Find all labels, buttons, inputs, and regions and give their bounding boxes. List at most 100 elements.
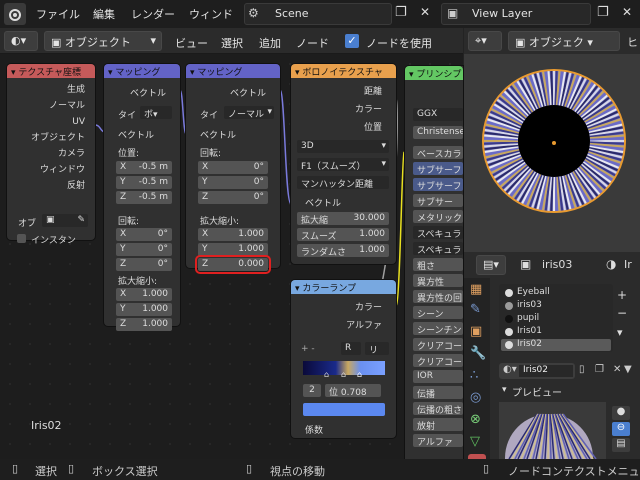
ramp-stop-index[interactable]: 2 <box>303 384 321 397</box>
preview-cube-button[interactable]: ▤ <box>612 438 630 452</box>
view-layer-close-icon[interactable]: ✕ <box>622 5 632 19</box>
menu-file[interactable]: ファイル <box>36 6 80 22</box>
menu-render[interactable]: レンダー <box>131 6 175 22</box>
tool-tab-icon[interactable]: ✎ <box>470 302 481 317</box>
material-slot-row[interactable]: Iris01 <box>501 326 611 338</box>
scale-y[interactable]: Y 1.000 <box>116 303 172 316</box>
menu-node[interactable]: ノード <box>296 35 329 51</box>
node-editor[interactable]: ▾ テクスチャ座標 生成 ノーマル UV オブジェクト カメラ ウィンドウ 反射… <box>0 54 463 459</box>
node-principled-bsdf[interactable]: ▾ プリンシプ GGX Christense ベースカラ サブサーフ サブサーフ サブ… <box>405 66 463 459</box>
fake-user-icon[interactable]: ▯ <box>579 364 585 375</box>
preview-flat-button[interactable]: ⊖ <box>612 422 630 436</box>
node-header[interactable]: ▾ マッピング <box>104 64 180 78</box>
node-color-ramp[interactable]: ▾ カラーランプ カラー アルファ + - R リ ⌂ ⌂ ⌂ 2 位 0.70… <box>291 280 396 438</box>
scene-new-icon[interactable]: ❐ <box>395 5 407 20</box>
ramp-mode-dropdown[interactable]: リ <box>365 342 389 356</box>
new-material-icon[interactable]: ❐ <box>595 364 604 375</box>
principled-input[interactable]: メタリック <box>413 210 463 223</box>
object-picker[interactable]: ▣ ✎ <box>42 214 88 227</box>
type-dropdown[interactable]: ノーマル ▾ <box>224 106 274 120</box>
remove-slot-icon[interactable]: − <box>617 306 627 320</box>
preview-sphere-button[interactable]: ● <box>612 406 630 420</box>
node-mapping-2[interactable]: ▾ マッピング ベクトル タイ ノーマル ▾ ベクトル 回転: X 0° Y 0° Z… <box>186 64 280 274</box>
particle-tab-icon[interactable]: ∴ <box>470 368 478 383</box>
scene-field[interactable]: Scene <box>244 3 392 25</box>
instancer-checkbox[interactable] <box>17 234 26 243</box>
unlink-material-icon[interactable]: ✕ <box>613 364 621 375</box>
material-slot-row[interactable]: iris03 <box>501 300 611 312</box>
preview-collapse-icon[interactable]: ▾ <box>502 385 507 395</box>
scene-close-icon[interactable]: ✕ <box>420 5 430 19</box>
principled-input[interactable]: スペキュラ <box>413 242 463 255</box>
view-layer-selector[interactable]: ▣ View Layer <box>441 3 591 25</box>
voronoi-smoothness-field[interactable]: スムーズ 1.000 <box>297 228 389 242</box>
node-header[interactable]: ▾ プリンシプ <box>405 66 463 80</box>
material-slot-row[interactable]: Iris02 <box>501 339 611 351</box>
rotation-z[interactable]: Z 0° <box>198 191 268 204</box>
material-slot-list[interactable]: Eyeball iris03 pupil Iris01 Iris02 <box>499 284 613 352</box>
data-tab-icon[interactable]: ▽ <box>470 434 480 449</box>
rotation-y[interactable]: Y 0° <box>116 243 172 256</box>
principled-input[interactable]: クリアコー <box>413 338 463 351</box>
scale-x[interactable]: X 1.000 <box>116 288 172 301</box>
principled-input[interactable]: シーン <box>413 306 463 319</box>
material-slot-row[interactable]: Eyeball <box>501 287 611 299</box>
scene-selector[interactable]: ⚙ Scene <box>244 3 392 25</box>
principled-input[interactable]: スペキュラ <box>413 226 463 239</box>
metric-dropdown[interactable]: マンハッタン距離 <box>297 176 389 189</box>
rotation-x[interactable]: X 0° <box>116 228 172 241</box>
object-tab-icon[interactable]: ▣ <box>470 324 482 339</box>
voronoi-scale-field[interactable]: 拡大縮 30.000 <box>297 212 389 226</box>
scale-x[interactable]: X 1.000 <box>198 228 268 241</box>
menu-add[interactable]: 追加 <box>259 35 281 51</box>
node-texture-coordinate[interactable]: ▾ テクスチャ座標 生成 ノーマル UV オブジェクト カメラ ウィンドウ 反射… <box>7 64 95 246</box>
principled-input[interactable]: 異方性の回 <box>413 290 463 303</box>
menu-view[interactable]: ビュー <box>175 35 208 51</box>
ramp-stop-marker-3[interactable]: ⌂ <box>357 370 362 379</box>
view-layer-new-icon[interactable]: ❐ <box>597 5 609 20</box>
dimension-dropdown[interactable]: 3D ▾ <box>297 140 389 153</box>
principled-input[interactable]: クリアコー <box>413 354 463 367</box>
principled-input[interactable]: ベースカラ <box>413 146 463 159</box>
preview-header[interactable]: プレビュー <box>512 384 562 399</box>
ramp-stop-color-swatch[interactable] <box>303 403 385 416</box>
type-dropdown[interactable]: ボ▾ <box>140 106 172 120</box>
subsurface-method-dropdown[interactable]: Christense <box>413 126 463 139</box>
principled-input[interactable]: アルファ <box>413 434 463 447</box>
location-x[interactable]: X -0.5 m <box>116 161 172 174</box>
viewport-menu-letter[interactable]: ヒ <box>627 34 638 50</box>
distribution-dropdown[interactable]: GGX <box>413 108 463 121</box>
menu-window[interactable]: ウィンド <box>189 6 233 22</box>
viewport-3d[interactable]: ⌖▾ ▣ オブジェク ▾ ヒ <box>464 28 640 252</box>
ramp-stop-marker-2[interactable]: ⌂ <box>341 370 346 379</box>
node-editor-type-button[interactable]: ◐▾ <box>4 31 38 51</box>
principled-input[interactable]: サブサー <box>413 194 463 207</box>
object-mode-dropdown[interactable]: ▣ オブジェクト ▾ <box>44 31 162 51</box>
material-slot-row[interactable]: pupil <box>501 313 611 325</box>
principled-input[interactable]: 伝播 <box>413 386 463 399</box>
principled-input[interactable]: シーンチン <box>413 322 463 335</box>
principled-input[interactable]: 粗さ <box>413 258 463 271</box>
viewport-type-button[interactable]: ⌖▾ <box>468 31 502 51</box>
editor-type-button[interactable] <box>4 3 26 25</box>
principled-input[interactable]: サブサーフ <box>413 162 463 175</box>
render-tab-icon[interactable]: ▦ <box>470 282 482 297</box>
eyedropper-icon[interactable]: ✎ <box>77 215 85 225</box>
rotation-y[interactable]: Y 0° <box>198 176 268 189</box>
node-header[interactable]: ▾ テクスチャ座標 <box>7 64 95 78</box>
scale-z[interactable]: Z 0.000 <box>195 255 271 274</box>
add-slot-icon[interactable]: + <box>617 288 627 302</box>
add-remove-stop-buttons[interactable]: + - <box>301 344 315 354</box>
location-z[interactable]: Z -0.5 m <box>116 191 172 204</box>
location-y[interactable]: Y -0.5 m <box>116 176 172 189</box>
node-mapping-1[interactable]: ▾ マッピング ベクトル タイ ボ▾ ベクトル 位置: X -0.5 m Y -0.… <box>104 64 180 331</box>
principled-input[interactable]: サブサーフ <box>413 178 463 191</box>
ramp-stop-marker-1[interactable]: ⌂ <box>324 370 329 379</box>
menu-edit[interactable]: 編集 <box>93 6 115 22</box>
material-selector[interactable]: ◐▾ Iris02 <box>499 363 575 379</box>
scale-y[interactable]: Y 1.000 <box>198 243 268 256</box>
constraint-tab-icon[interactable]: ⊗ <box>470 412 481 427</box>
menu-select[interactable]: 選択 <box>221 35 243 51</box>
properties-type-button[interactable]: ▤▾ <box>476 255 506 275</box>
material-name-field[interactable]: Iris02 <box>519 365 573 377</box>
